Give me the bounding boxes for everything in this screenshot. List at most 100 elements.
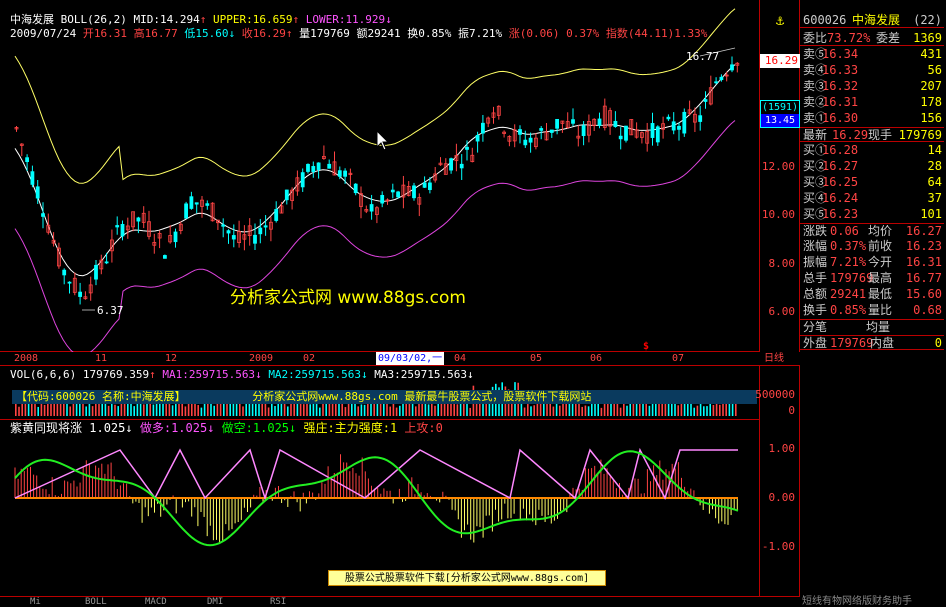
candle-body [427,182,432,191]
volume-bar [242,406,244,416]
tab-boll[interactable]: BOLL [85,597,107,607]
volume-bar [34,404,36,416]
order-volume: 56 [927,63,942,77]
low-label: 低 [184,27,196,40]
order-row: 买④ 16.24 37 [800,191,944,206]
turn-value: 0.85% [418,27,452,40]
order-row: 卖③ 16.32 207 [800,79,944,94]
price-tick: 6.00 [768,305,796,318]
price-chart-panel[interactable]: 中海发展 BOLL(26,2) MID:14.294↑ UPPER:16.659… [0,0,760,357]
amt-label: 额 [356,27,368,40]
order-volume: 64 [927,175,942,189]
ind-axis-tick: -1.00 [761,540,795,553]
indicator-header: 中海发展 BOLL(26,2) MID:14.294↑ UPPER:16.659… [10,13,392,26]
order-price: 16.32 [822,79,859,93]
count-badge-number: (1591) [761,102,799,113]
quote-date: 2009/07/24 [10,27,77,40]
timeline-label: 05 [530,353,543,364]
candle-body [555,118,559,129]
candle-body [194,202,199,205]
vol-ma3: MA3:259715.563 [374,368,467,381]
stat-label: 均价 [868,224,893,238]
timeline-label: 2009 [249,353,274,364]
ind-title: 紫黄同现将涨 [10,421,83,435]
upper-arrow: ↑ [292,13,300,26]
order-row: 买① 16.28 14 [800,143,944,158]
close-label: 收 [241,27,253,40]
amp-label: 振 [457,27,469,40]
candle-body [184,203,189,219]
candle-body [369,204,374,212]
indicator-panel[interactable]: 紫黄同现将涨 1.025↓ 做多:1.025↓ 做空:1.025↓ 强庄:主力强… [0,420,760,596]
volume-bar [69,406,71,416]
volume-bar [360,404,363,416]
volume-bar [357,406,359,416]
candle-body [173,231,178,243]
inner-value: 0 [934,336,942,350]
volume-bar [626,405,628,416]
ind-axis-tick: 1.00 [768,442,796,455]
mid-arrow: ↑ [199,13,207,26]
volume-bar [456,404,459,416]
side-name: 中海发展 [852,13,901,27]
ratio-label: 委比 [803,31,828,45]
candle-body [284,189,289,201]
idx-pct: 1.33% [674,27,708,40]
bottom-banner[interactable]: 股票公式股票软件下载[分析家公式网www.88gs.com] [328,570,606,586]
volume-bar [85,406,87,416]
volume-bar [309,404,311,416]
stat-value: 29241 [830,287,867,301]
volume-bar [552,406,555,416]
candle-body [422,182,427,188]
order-price: 16.33 [822,63,859,77]
side-code: 600026 [803,13,847,27]
candle-body [528,137,533,143]
stat-label: 前收 [868,239,893,253]
timeline-axis[interactable]: 2008 11 12 2009 02 09/03/02,一 04 05 06 0… [0,341,800,366]
volume-bar [584,405,587,416]
volume-bar [331,403,334,416]
tick-label[interactable]: 分笔 [803,320,827,335]
volume-axis: 500000 0 [755,366,800,420]
low-arrow: ↓ [228,27,236,40]
candle-body [449,158,454,171]
candle-body [475,134,480,142]
candle-body [618,135,623,140]
candle-body [78,291,82,297]
turn-label: 换 [407,27,419,40]
order-volume: 14 [927,143,942,157]
volume-bar [709,402,711,416]
timeline-label: 02 [303,353,316,364]
order-price: 16.34 [822,47,859,61]
count-badge-value: 13.45 [761,114,799,127]
stat-value: 16.31 [905,255,942,269]
lock-icon[interactable]: ⚓ [760,13,800,29]
candle-body [581,125,586,137]
volume-bar [469,407,471,416]
current-price-tag: 16.29 [760,54,800,68]
price-tick: 8.00 [768,257,796,270]
ind-bear-arrow: ↓ [289,421,297,435]
timeline-label: 12 [165,353,178,364]
candle-body [25,157,30,163]
open-label: 开 [82,27,94,40]
order-price: 16.25 [822,175,859,189]
volume-bar [15,402,17,416]
tab-macd[interactable]: MACD [145,597,167,607]
volume-bar [319,407,321,416]
tab-rsi[interactable]: RSI [270,597,286,607]
diff-value: 1369 [913,31,942,45]
vol-arrow: ↑ [149,368,156,381]
period-label[interactable]: 日线 [764,352,784,365]
stat-label: 振幅 [803,255,828,269]
tab-mi[interactable]: Mi [30,597,41,607]
volume-bar [210,403,212,416]
banner-ad: 分析家公式网www.88gs.com 最新最牛股票公式，股票软件下载网站 [252,390,592,403]
mid-band-line [14,64,736,277]
ind-arrow: ↓ [125,421,133,435]
candle-body [396,191,401,198]
tab-dmi[interactable]: DMI [207,597,223,607]
info-banner[interactable]: 【代码:600026 名称:中海发展】 分析家公式网www.88gs.com 最… [12,390,757,404]
high-label: 高 [133,27,145,40]
volume-bar [344,407,347,416]
